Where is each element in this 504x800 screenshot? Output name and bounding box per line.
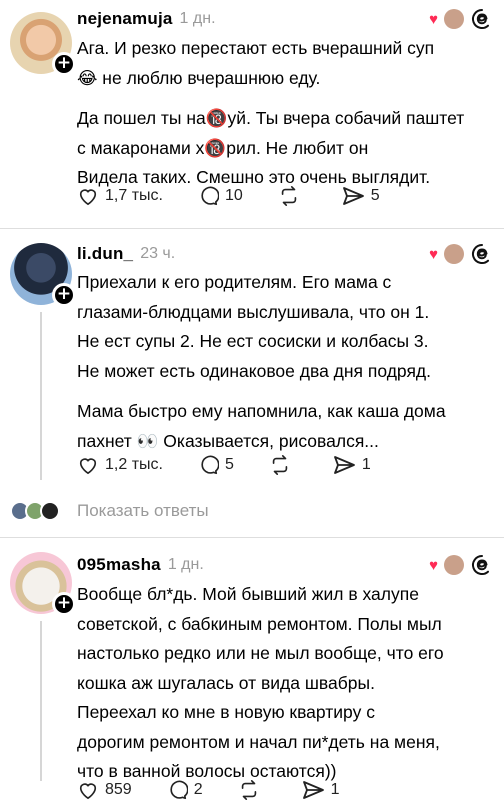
heart-mini-icon: ♥	[429, 245, 438, 263]
header-right: ♥	[429, 553, 494, 577]
follow-plus-icon[interactable]: +	[52, 592, 76, 616]
avatar[interactable]: +	[10, 12, 76, 76]
avatar[interactable]: +	[10, 552, 76, 616]
reply-avatars	[10, 501, 72, 521]
show-replies-link[interactable]: Показать ответы	[77, 501, 209, 521]
divider	[0, 228, 504, 229]
like-button[interactable]: 859	[77, 780, 132, 800]
repost-arrows-icon	[281, 186, 297, 206]
thread-line	[40, 621, 42, 781]
header-right: ♥	[429, 242, 494, 266]
repost-button[interactable]	[268, 454, 298, 476]
like-count: 1,2 тыс.	[105, 456, 163, 473]
repost-button[interactable]	[277, 185, 307, 207]
follow-plus-icon[interactable]: +	[52, 283, 76, 307]
post-body: Ага. И резко перестают есть вчерашний су…	[77, 34, 494, 193]
post-actions: 859 2 1	[77, 777, 374, 800]
post-body: Вообще бл*дь. Мой бывший жил в халупе со…	[77, 580, 494, 787]
send-arrow-icon	[302, 781, 324, 799]
share-count: 1	[361, 456, 371, 473]
post-header: nejenamuja 1 дн. ♥	[77, 6, 494, 32]
follow-plus-icon[interactable]: +	[52, 52, 76, 76]
repost-arrows-icon	[241, 780, 256, 800]
share-count: 5	[370, 187, 380, 204]
post-actions: 1,2 тыс. 5 1	[77, 452, 405, 478]
threads-logo-icon[interactable]	[470, 553, 494, 577]
heart-outline-icon	[79, 189, 97, 206]
comment-button[interactable]: 10	[197, 185, 243, 207]
post-paragraph: Ага. И резко перестают есть вчерашний су…	[77, 38, 435, 88]
post-paragraph: Приехали к его родителям. Его мама с гла…	[77, 272, 431, 381]
post-paragraph: Мама быстро ему напомнила, как каша дома…	[77, 401, 446, 451]
username[interactable]: 095masha	[77, 555, 161, 575]
threads-logo-icon[interactable]	[470, 7, 494, 31]
share-button[interactable]: 1	[332, 455, 371, 475]
speech-bubble-icon	[201, 186, 219, 206]
author-liked-avatar	[444, 244, 464, 264]
like-button[interactable]: 1,7 тыс.	[77, 186, 163, 206]
send-arrow-icon	[342, 187, 364, 205]
like-button[interactable]: 1,2 тыс.	[77, 455, 163, 475]
post-paragraph: Да пошел ты на🔞уй. Ты вчера собачий пашт…	[77, 108, 465, 187]
like-count: 1,7 тыс.	[105, 187, 163, 204]
timestamp: 1 дн.	[179, 10, 216, 27]
heart-mini-icon: ♥	[429, 556, 438, 574]
like-count: 859	[105, 781, 132, 798]
send-arrow-icon	[333, 456, 355, 474]
timestamp: 1 дн.	[167, 556, 204, 573]
comment-count: 10	[224, 187, 243, 204]
share-count: 1	[330, 781, 340, 798]
comment-count: 2	[193, 781, 203, 798]
post-body: Приехали к его родителям. Его мама с гла…	[77, 268, 494, 456]
share-button[interactable]: 5	[341, 186, 380, 206]
threads-logo-icon[interactable]	[470, 242, 494, 266]
thread-line	[40, 312, 42, 480]
heart-outline-icon	[79, 458, 97, 475]
post-header: li.dun_ 23 ч. ♥	[77, 241, 494, 267]
reply-avatar	[40, 501, 60, 521]
author-liked-avatar	[444, 9, 464, 29]
header-right: ♥	[429, 7, 494, 31]
speech-bubble-icon	[201, 455, 219, 475]
post-actions: 1,7 тыс. 10 5	[77, 183, 414, 209]
comment-button[interactable]: 2	[166, 779, 203, 800]
share-button[interactable]: 1	[301, 780, 340, 800]
heart-mini-icon: ♥	[429, 10, 438, 28]
author-liked-avatar	[444, 555, 464, 575]
speech-bubble-icon	[170, 780, 188, 800]
avatar[interactable]: +	[10, 243, 76, 307]
divider	[0, 537, 504, 538]
repost-arrows-icon	[272, 455, 288, 475]
username[interactable]: li.dun_	[77, 244, 133, 264]
post-paragraph: Вообще бл*дь. Мой бывший жил в халупе со…	[77, 584, 444, 781]
comment-button[interactable]: 5	[197, 454, 234, 476]
timestamp: 23 ч.	[140, 245, 176, 262]
comment-count: 5	[224, 456, 234, 473]
heart-outline-icon	[79, 783, 97, 800]
post-header: 095masha 1 дн. ♥	[77, 552, 494, 578]
username[interactable]: nejenamuja	[77, 9, 173, 29]
repost-button[interactable]	[237, 779, 267, 800]
show-replies-row[interactable]: Показать ответы	[10, 497, 209, 525]
